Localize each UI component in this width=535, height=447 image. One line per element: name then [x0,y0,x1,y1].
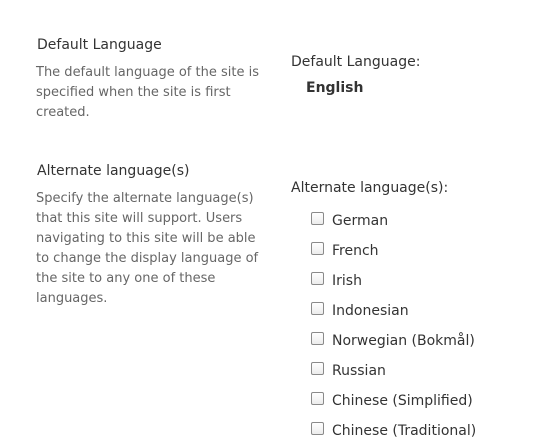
alternate-language-field-label: Alternate language(s): [291,180,449,196]
language-label: Norwegian (Bokmål) [332,333,475,349]
alternate-language-list: German French Irish Indonesian Norwegian… [311,206,476,446]
language-option-french[interactable]: French [311,236,476,266]
language-label: Russian [332,363,386,379]
language-option-russian[interactable]: Russian [311,356,476,386]
default-language-title: Default Language [37,37,162,53]
language-option-chinese-traditional[interactable]: Chinese (Traditional) [311,416,476,446]
language-label: Chinese (Simplified) [332,393,473,409]
language-checkbox-indonesian[interactable] [311,301,324,315]
language-label: Indonesian [332,303,409,319]
language-label: Chinese (Traditional) [332,423,477,439]
language-checkbox-chinese-simplified[interactable] [311,391,324,405]
default-language-value: English [306,80,364,96]
language-checkbox-norwegian[interactable] [311,331,324,345]
language-option-norwegian[interactable]: Norwegian (Bokmål) [311,326,476,356]
language-checkbox-french[interactable] [311,241,324,255]
language-checkbox-irish[interactable] [311,271,324,285]
language-checkbox-chinese-traditional[interactable] [311,421,324,435]
language-checkbox-russian[interactable] [311,361,324,375]
language-label: German [332,213,389,229]
alternate-language-description: Specify the alternate language(s) that t… [36,191,259,306]
default-language-field-label: Default Language: [291,54,421,70]
language-label: Irish [332,273,362,289]
language-option-indonesian[interactable]: Indonesian [311,296,476,326]
language-option-irish[interactable]: Irish [311,266,476,296]
language-option-german[interactable]: German [311,206,476,236]
alternate-language-title: Alternate language(s) [37,163,190,179]
language-checkbox-german[interactable] [311,211,324,225]
default-language-description: The default language of the site is spec… [36,65,259,120]
language-option-chinese-simplified[interactable]: Chinese (Simplified) [311,386,476,416]
language-label: French [332,243,379,259]
